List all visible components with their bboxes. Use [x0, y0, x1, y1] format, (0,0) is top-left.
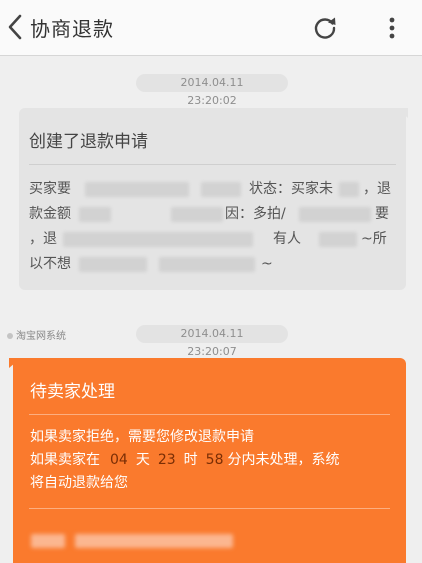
redacted-text: [319, 232, 357, 247]
message-title: 创建了退款申请: [29, 132, 148, 152]
top-app-bar: 协商退款: [0, 0, 422, 56]
body-text: 因：多拍/: [225, 206, 286, 222]
message-body: 如果卖家拒绝，需要您修改退款申请 如果卖家在 04 天 23 时 58 分内未处理，系统 将…: [30, 426, 400, 495]
countdown-days-unit: 天: [135, 452, 150, 468]
body-text: 分内未处理，系统: [227, 452, 340, 468]
redacted-text: [31, 534, 65, 548]
redacted-text: [159, 257, 255, 272]
body-text: 状态：买家未: [249, 181, 333, 197]
message-body: 买家要 状态：买家未 ，退 款金额 因：多拍/ 要 ，退 有人 ~所 以不想 ~: [29, 177, 394, 277]
countdown-days: 04: [110, 452, 128, 468]
countdown-line: 如果卖家在 04 天 23 时 58 分内未处理，系统: [30, 449, 400, 472]
countdown-minutes: 58: [205, 452, 224, 468]
redacted-text: [201, 182, 241, 197]
redacted-text: [63, 232, 253, 247]
body-line: 将自动退款给您: [30, 475, 128, 491]
redacted-text: [75, 534, 233, 548]
message-timestamp: 2014.04.11 23:20:02: [136, 74, 288, 107]
page-title: 协商退款: [30, 17, 114, 41]
divider: [29, 164, 396, 165]
message-title: 待卖家处理: [30, 382, 115, 402]
divider: [29, 414, 390, 415]
body-text: 以不想: [29, 256, 71, 272]
redacted-text: [85, 182, 189, 197]
redacted-text: [79, 257, 147, 272]
sender-name: 淘宝网系统: [16, 331, 66, 342]
countdown-hours-unit: 时: [183, 452, 198, 468]
body-text: 要: [375, 206, 389, 222]
refund-request-message: 创建了退款申请 买家要 状态：买家未 ，退 款金额 因：多拍/ 要 ，退 有人 …: [19, 108, 408, 290]
countdown-hours: 23: [157, 452, 176, 468]
more-vertical-icon[interactable]: [382, 14, 402, 42]
divider: [29, 508, 390, 509]
body-text: 款金额: [29, 206, 71, 222]
body-text: ~: [261, 256, 273, 272]
sender-dot: [7, 333, 13, 339]
redacted-text: [79, 207, 111, 222]
redacted-text: [171, 207, 223, 222]
seller-pending-message: 待卖家处理 如果卖家拒绝，需要您修改退款申请 如果卖家在 04 天 23 时 58 分内未处…: [9, 358, 406, 563]
body-text: ，退: [363, 181, 391, 197]
body-text: 如果卖家在: [30, 452, 100, 468]
redacted-text: [339, 182, 359, 197]
body-text: ~所: [361, 231, 387, 247]
body-line: 如果卖家拒绝，需要您修改退款申请: [30, 429, 254, 445]
body-text: 有人: [273, 231, 301, 247]
sender-label: 淘宝网系统: [7, 327, 66, 342]
back-chevron-icon[interactable]: [4, 12, 28, 42]
body-text: ，退: [29, 231, 57, 247]
message-timestamp: 2014.04.11 23:20:07: [136, 325, 288, 358]
redacted-text: [299, 207, 371, 222]
refresh-icon[interactable]: [311, 14, 339, 42]
body-text: 买家要: [29, 181, 71, 197]
